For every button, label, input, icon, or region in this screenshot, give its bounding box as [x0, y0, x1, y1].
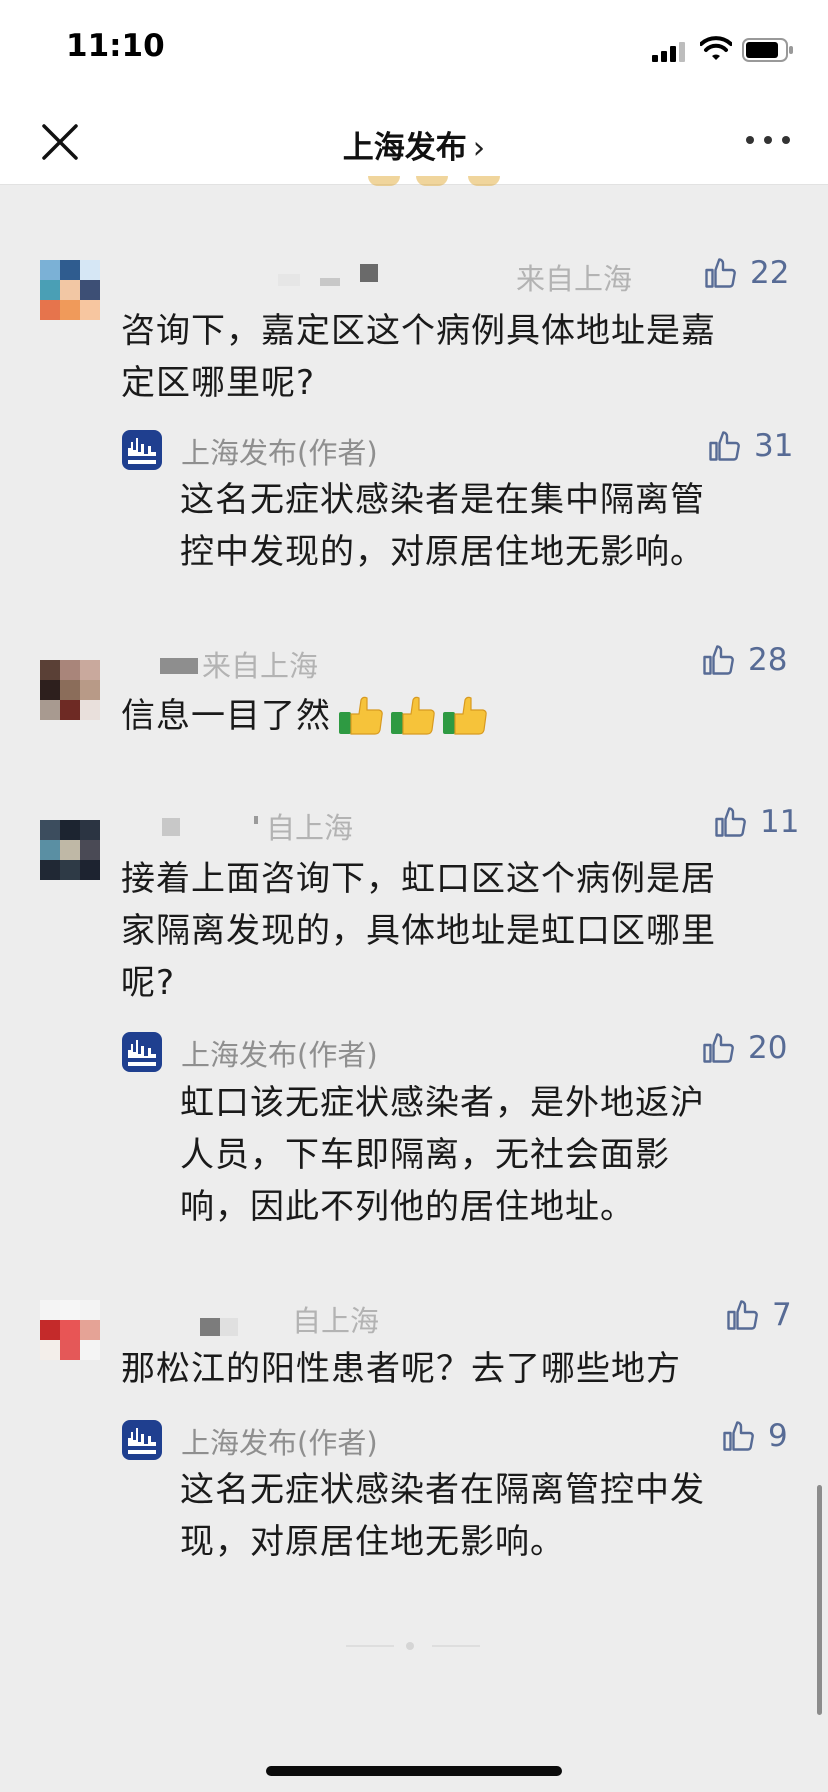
thumbs-up-emoji-edge: [416, 176, 448, 186]
comment-text: 信息一目了然: [121, 690, 489, 742]
status-time: 11:10: [66, 28, 165, 64]
page-title[interactable]: 上海发布 ›: [0, 122, 828, 167]
like-count: 22: [750, 255, 790, 291]
reply-text-line: 这名无症状感染者在隔离管控中发: [180, 1470, 705, 1510]
comment-text-line: 家隔离发现的，具体地址是虹口区哪里: [121, 911, 716, 951]
username-blurred[interactable]: [278, 264, 382, 286]
status-bar: 11:10: [0, 0, 828, 100]
reply-text-line: 虹口该无症状感染者，是外地返沪: [180, 1083, 705, 1123]
comment-text-line: 定区哪里呢?: [121, 363, 316, 403]
like-button[interactable]: 22: [702, 255, 789, 291]
avatar[interactable]: [40, 660, 100, 720]
comment-location: 自上海: [266, 811, 354, 845]
author-name[interactable]: 上海发布(作者): [181, 1032, 378, 1074]
reply-text-line: 人员，下车即隔离，无社会面影: [180, 1135, 670, 1175]
like-count: 20: [748, 1030, 788, 1066]
like-button[interactable]: 9: [720, 1418, 788, 1454]
comment-location: 自上海: [292, 1304, 380, 1338]
thumbs-up-icon: [715, 807, 746, 837]
thumbs-up-emoji: [339, 696, 383, 735]
comment-text: 那松江的阳性患者呢？去了哪些地方: [121, 1343, 681, 1395]
shanghai-fabu-logo[interactable]: [122, 1032, 162, 1072]
like-count: 9: [768, 1418, 788, 1454]
shanghai-fabu-logo[interactable]: [122, 1420, 162, 1460]
page-title-text: 上海发布: [342, 130, 467, 166]
end-divider-line: [346, 1645, 394, 1647]
comment-text-line: 咨询下，嘉定区这个病例具体地址是嘉: [121, 311, 716, 351]
thumbs-up-icon: [703, 645, 734, 675]
thumbs-up-icon: [703, 1033, 734, 1063]
like-count: 7: [772, 1297, 792, 1333]
reply-text-line: 这名无症状感染者是在集中隔离管: [180, 480, 705, 520]
like-button[interactable]: 7: [724, 1297, 792, 1333]
thumbs-up-icon: [727, 1300, 758, 1330]
like-count: 28: [748, 642, 788, 678]
end-divider-line: [432, 1645, 480, 1647]
home-indicator[interactable]: [266, 1766, 562, 1776]
scrollbar[interactable]: [817, 1485, 822, 1715]
like-button[interactable]: 11: [712, 804, 799, 840]
cellular-signal-icon: [652, 42, 685, 62]
reply-text-line: 控中发现的，对原居住地无影响。: [180, 532, 705, 572]
battery-icon: [742, 38, 793, 62]
like-count: 11: [760, 804, 800, 840]
comment-text-line: 信息一目了然: [121, 696, 331, 736]
reply-text: 这名无症状感染者是在集中隔离管 控中发现的，对原居住地无影响。: [180, 474, 705, 578]
like-count: 31: [754, 428, 794, 464]
thumbs-up-icon: [723, 1421, 754, 1451]
end-divider-dot: [406, 1642, 414, 1650]
comment-text-line: 呢?: [121, 963, 176, 1003]
thumbs-up-emoji-edge: [368, 176, 400, 186]
chevron-right-icon: ›: [472, 130, 486, 166]
nav-bar: 上海发布 ›: [0, 100, 828, 185]
shanghai-fabu-logo[interactable]: [122, 430, 162, 470]
thumbs-up-icon: [705, 258, 736, 288]
username-blurred[interactable]: [162, 816, 262, 838]
comment-text-line: 那松江的阳性患者呢？去了哪些地方: [121, 1349, 681, 1389]
comment-text-line: 接着上面咨询下，虹口区这个病例是居: [121, 859, 716, 899]
reply-text-line: 现，对原居住地无影响。: [180, 1522, 565, 1562]
username-blurred[interactable]: [198, 1316, 242, 1338]
comment-location: 来自上海: [516, 262, 633, 296]
comment-text: 接着上面咨询下，虹口区这个病例是居 家隔离发现的，具体地址是虹口区哪里 呢?: [121, 853, 716, 1009]
thumbs-up-emoji: [443, 696, 487, 735]
avatar[interactable]: [40, 820, 100, 880]
username-blurred[interactable]: [160, 654, 200, 676]
thumbs-up-icon: [709, 431, 740, 461]
like-button[interactable]: 28: [700, 642, 787, 678]
reply-text: 这名无症状感染者在隔离管控中发 现，对原居住地无影响。: [180, 1464, 705, 1568]
avatar[interactable]: [40, 260, 100, 320]
comment-location: 来自上海: [202, 649, 319, 683]
avatar[interactable]: [40, 1300, 100, 1360]
reply-text: 虹口该无症状感染者，是外地返沪 人员，下车即隔离，无社会面影 响，因此不列他的居…: [180, 1077, 705, 1233]
thumbs-up-emoji: [391, 696, 435, 735]
author-name[interactable]: 上海发布(作者): [181, 1420, 378, 1462]
more-dots-icon[interactable]: [744, 128, 792, 152]
like-button[interactable]: 31: [706, 428, 793, 464]
reply-text-line: 响，因此不列他的居住地址。: [180, 1187, 635, 1227]
thumbs-up-emoji-edge: [468, 176, 500, 186]
comment-text: 咨询下，嘉定区这个病例具体地址是嘉 定区哪里呢?: [121, 305, 716, 409]
like-button[interactable]: 20: [700, 1030, 787, 1066]
wifi-icon: [700, 36, 732, 60]
author-name[interactable]: 上海发布(作者): [181, 430, 378, 472]
